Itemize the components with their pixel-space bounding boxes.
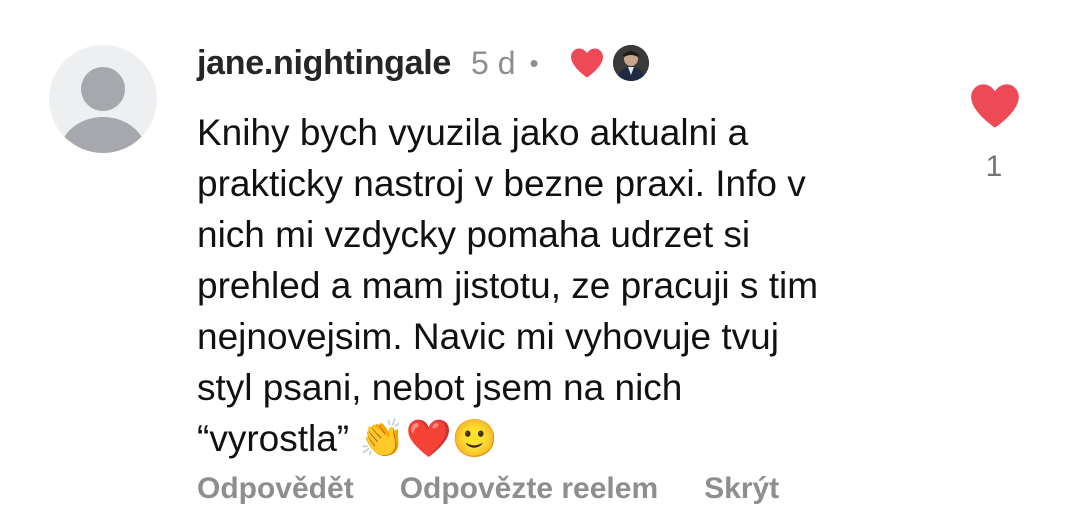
creator-liked-heart-icon [569, 47, 605, 79]
comment-text: Knihy bych vyuzila jako aktualni a prakt… [197, 112, 819, 459]
user-avatar[interactable] [49, 45, 157, 153]
heart-filled-icon [971, 84, 1019, 128]
separator-dot: • [529, 47, 539, 78]
comment-header: jane.nightingale 5 d • [197, 38, 649, 88]
like-button[interactable] [969, 82, 1021, 130]
reel-reply-button[interactable]: Odpovězte reelem [400, 472, 658, 506]
reply-button[interactable]: Odpovědět [197, 472, 354, 506]
comment-actions: Odpovědět Odpovězte reelem Skrýt [197, 472, 779, 506]
username[interactable]: jane.nightingale [197, 44, 451, 83]
default-avatar-icon [59, 67, 147, 153]
comment-time: 5 d [471, 44, 516, 81]
creator-avatar [612, 45, 649, 81]
hide-button[interactable]: Skrýt [704, 472, 779, 506]
like-count[interactable]: 1 [970, 150, 1018, 184]
